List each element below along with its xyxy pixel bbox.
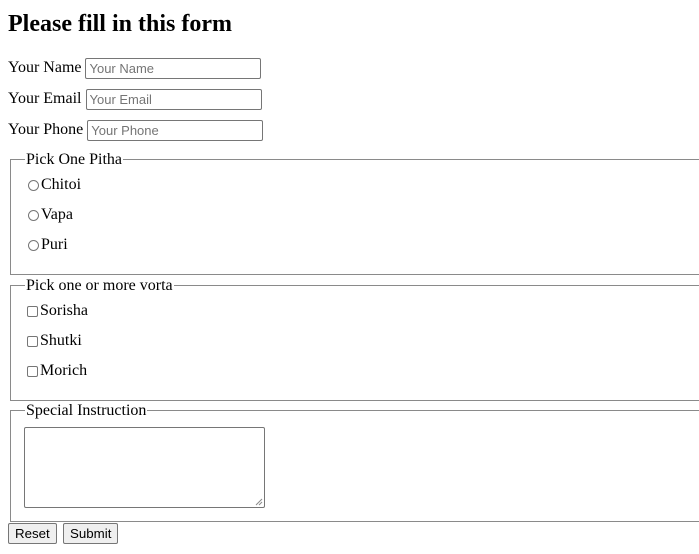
checkbox[interactable] xyxy=(27,335,38,347)
phone-input[interactable] xyxy=(87,119,264,141)
vorta-option-morich[interactable]: Morich xyxy=(27,362,87,380)
email-label: Your Email xyxy=(8,90,82,107)
pitha-option-label: Chitoi xyxy=(41,176,82,193)
pitha-fieldset: Pick One Pitha Chitoi Vapa Puri xyxy=(10,151,699,275)
vorta-option-label: Morich xyxy=(40,362,88,379)
pitha-option-label: Vapa xyxy=(41,206,73,223)
vorta-option-shutki[interactable]: Shutki xyxy=(27,332,82,350)
pitha-option-label: Puri xyxy=(41,236,68,253)
pitha-legend: Pick One Pitha xyxy=(25,151,123,169)
vorta-fieldset: Pick one or more vorta Sorisha Shutki Mo… xyxy=(10,277,699,401)
pitha-option-chitoi[interactable]: Chitoi xyxy=(28,176,81,194)
radio-button[interactable] xyxy=(28,239,39,251)
pitha-option-puri[interactable]: Puri xyxy=(28,236,68,254)
instruction-legend: Special Instruction xyxy=(25,402,148,420)
checkbox[interactable] xyxy=(27,305,38,317)
instruction-textarea[interactable] xyxy=(24,427,265,508)
phone-label: Your Phone xyxy=(8,121,84,138)
form-page: Please fill in this form Your Name Your … xyxy=(0,0,699,554)
email-input[interactable] xyxy=(85,88,262,110)
email-row: Your Email xyxy=(8,88,262,110)
vorta-option-sorisha[interactable]: Sorisha xyxy=(27,302,88,320)
resize-grip-icon[interactable] xyxy=(255,498,263,506)
checkbox[interactable] xyxy=(27,365,38,377)
reset-button[interactable]: Reset xyxy=(8,523,57,544)
name-input[interactable] xyxy=(85,57,262,79)
pitha-option-vapa[interactable]: Vapa xyxy=(28,206,73,224)
name-label: Your Name xyxy=(8,59,82,76)
radio-button[interactable] xyxy=(28,179,39,191)
name-row: Your Name xyxy=(8,57,262,79)
vorta-option-label: Sorisha xyxy=(40,302,88,319)
instruction-fieldset: Special Instruction xyxy=(10,402,699,522)
submit-button[interactable]: Submit xyxy=(63,523,119,544)
phone-row: Your Phone xyxy=(8,119,264,141)
vorta-option-label: Shutki xyxy=(40,332,82,349)
radio-button[interactable] xyxy=(28,209,39,221)
page-title: Please fill in this form xyxy=(8,11,232,37)
vorta-legend: Pick one or more vorta xyxy=(25,277,174,295)
